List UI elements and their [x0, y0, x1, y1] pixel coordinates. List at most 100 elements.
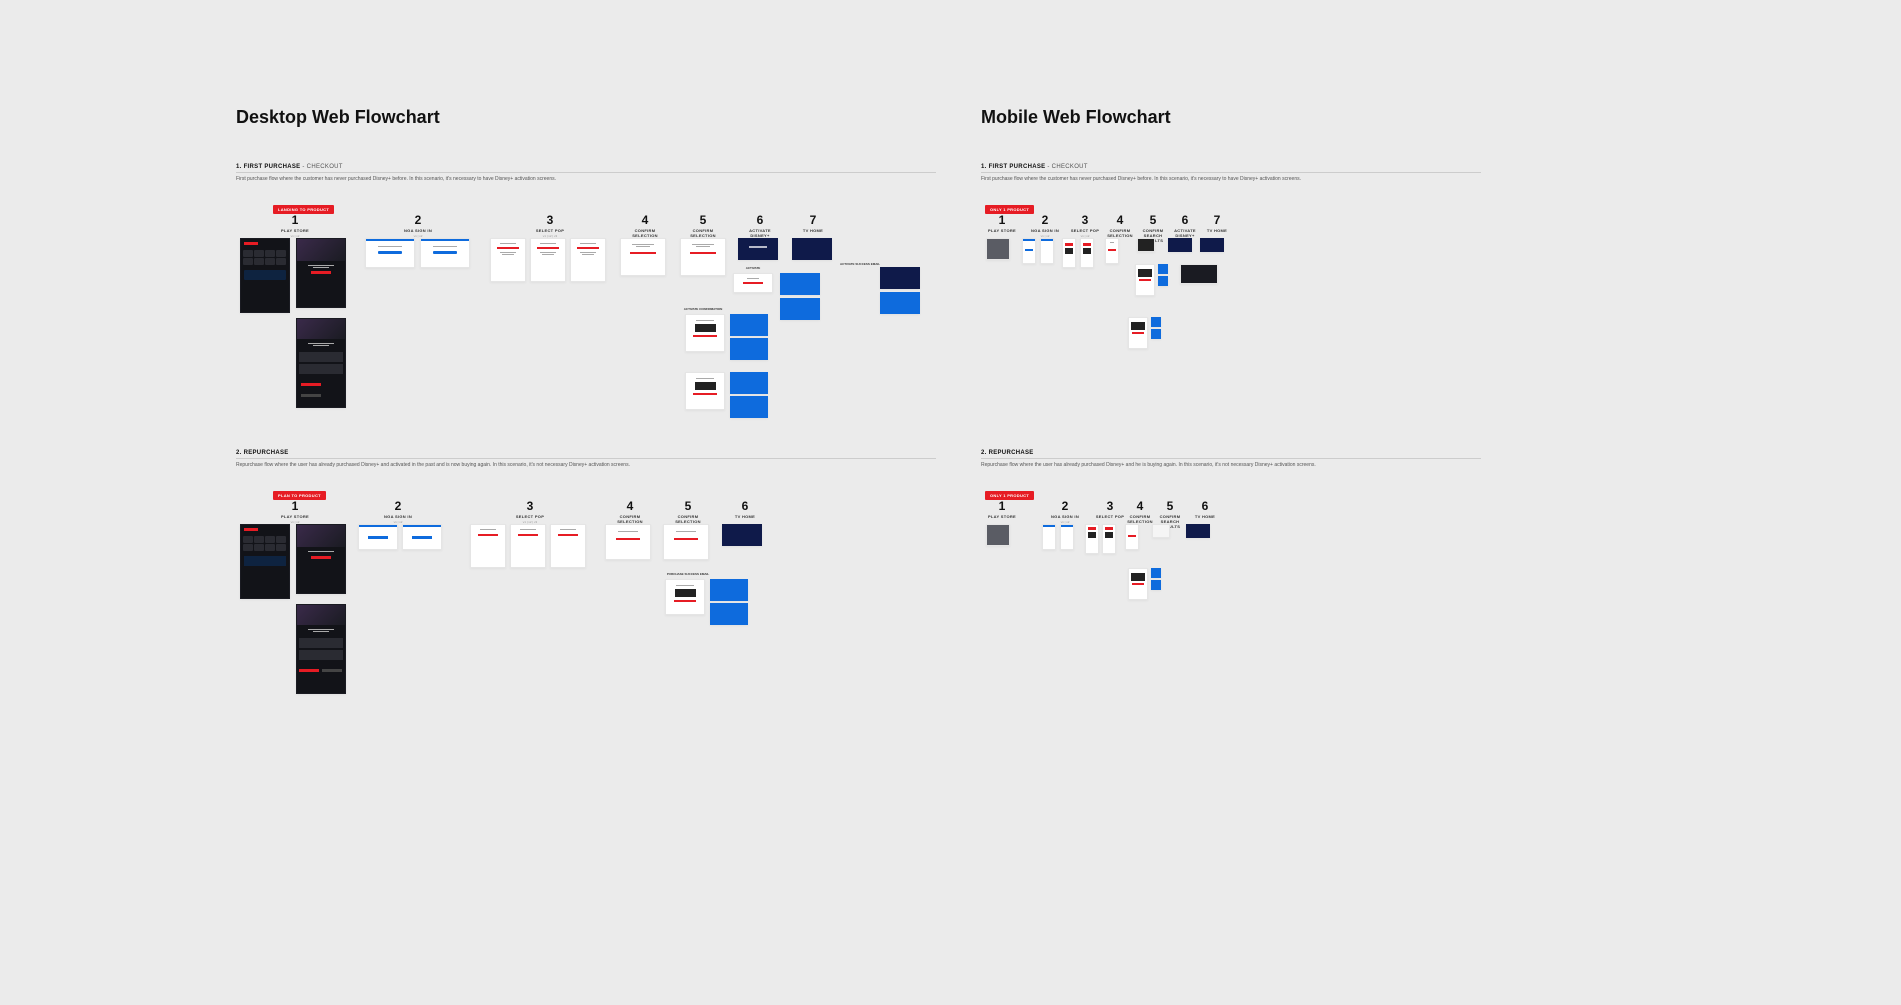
m1-p2b: [1040, 238, 1054, 264]
desktop-sec2-title-b: 2. REPURCHASE: [236, 450, 289, 456]
d1-activate-screen: [733, 273, 773, 293]
d2-step1-head: 1 PLAY STORE v1 | v2: [275, 499, 315, 524]
m2-p2a: [1042, 524, 1056, 550]
m2-p1: [986, 524, 1010, 546]
m1-sub1-b1: [1158, 264, 1168, 274]
d1-confirm-label: ACTIVATE CONFIRMATION: [680, 307, 726, 311]
d1-s5-screen: [680, 238, 726, 276]
d1-sub-blue-1: [780, 273, 820, 295]
m2-sub: [1128, 568, 1148, 600]
m2-t-b: 2. REPURCHASE: [981, 450, 1034, 456]
m1-sub2-b1: [1151, 317, 1161, 327]
m1-l7: TV HOME: [1202, 228, 1232, 233]
d1-step3-head: 3 SELECT POP v1 | v2 | v3: [530, 213, 570, 238]
m2-sub-b1: [1151, 568, 1161, 578]
d1-s7-screen: [792, 238, 832, 260]
m2-p3b: [1102, 524, 1116, 554]
m1-l2: NGA SIGN IN: [1030, 228, 1060, 233]
m2-p2b: [1060, 524, 1074, 550]
d2-s4-num: 4: [610, 499, 650, 513]
d2-s6: [722, 524, 762, 546]
d1-step4-label: CONFIRM SELECTION: [625, 228, 665, 238]
d1-step3-label: SELECT POP: [530, 228, 570, 233]
m1-n1: 1: [987, 213, 1017, 227]
m2-n3: 3: [1095, 499, 1125, 513]
mobile-sec1-header: 1. FIRST PURCHASE - CHECKOUT First purch…: [981, 164, 1481, 183]
d1-s2-screen-b: [420, 238, 470, 268]
d2-step6-head: 6 TV HOME: [725, 499, 765, 519]
m1-n4: 4: [1105, 213, 1135, 227]
d1-step1-head: 1 PLAY STORE v1 | v2: [275, 213, 315, 238]
m1-sub2-b2: [1151, 329, 1161, 339]
d1-confirm-blue-3: [730, 372, 768, 394]
m2-p5: [1152, 524, 1170, 538]
d1-confirm-screen-1: [685, 314, 725, 352]
m1-t-b: 1. FIRST PURCHASE: [981, 164, 1045, 170]
m1-t-s: - CHECKOUT: [1045, 164, 1087, 170]
d2-email-blue2: [710, 603, 748, 625]
m1-n6: 6: [1170, 213, 1200, 227]
m1-sh6: 6ACTIVATE DISNEY+: [1170, 213, 1200, 238]
desktop-title: Desktop Web Flowchart: [236, 107, 440, 128]
d1-step7-head: 7 TV HOME: [793, 213, 833, 233]
d2-s2-label: NGA SIGN IN: [378, 514, 418, 519]
mobile-sec1-title: 1. FIRST PURCHASE - CHECKOUT: [981, 164, 1481, 170]
d1-s3-screen-c: [570, 238, 606, 282]
desktop-sec2-header: 2. REPURCHASE Repurchase flow where the …: [236, 450, 936, 469]
m2-n6: 6: [1190, 499, 1220, 513]
d1-step1-num: 1: [275, 213, 315, 227]
desktop-sec1-desc: First purchase flow where the customer h…: [236, 176, 936, 183]
d2-s5: [663, 524, 709, 560]
d1-confirm-screen-2: [685, 372, 725, 410]
d1-step5-label: CONFIRM SELECTION: [683, 228, 723, 238]
m1-p3b: [1080, 238, 1094, 268]
m1-p4: [1105, 238, 1119, 264]
d1-s3-screen-b: [530, 238, 566, 282]
d2-s3-b: [510, 524, 546, 568]
m1-n7: 7: [1202, 213, 1232, 227]
d2-email-screen: [665, 579, 705, 615]
d2-s6-num: 6: [725, 499, 765, 513]
d2-s1-a: [240, 524, 290, 599]
d2-s3-a: [470, 524, 506, 568]
m1-l1: PLAY STORE: [987, 228, 1017, 233]
d1-confirm-blue-4: [730, 396, 768, 418]
m1-sub2: [1128, 317, 1148, 349]
d2-s6-label: TV HOME: [725, 514, 765, 519]
d2-s3-c: [550, 524, 586, 568]
m2-n4: 4: [1125, 499, 1155, 513]
m2-desc: Repurchase flow where the user has alrea…: [981, 462, 1481, 469]
m1-n3: 3: [1070, 213, 1100, 227]
d2-s4-label: CONFIRM SELECTION: [610, 514, 650, 524]
mobile-sec2-header: 2. REPURCHASE Repurchase flow where the …: [981, 450, 1481, 469]
m1-sh7: 7TV HOME: [1202, 213, 1232, 233]
m1-l3: SELECT POP: [1070, 228, 1100, 233]
m2-sh1: 1PLAY STORE: [987, 499, 1017, 519]
desktop-sec1-header: 1. FIRST PURCHASE - CHECKOUT First purch…: [236, 164, 936, 183]
m1-n2: 2: [1030, 213, 1060, 227]
d1-email-blue: [880, 292, 920, 314]
divider: [981, 458, 1481, 459]
d1-step3-num: 3: [530, 213, 570, 227]
m2-p6: [1186, 524, 1210, 538]
flowchart-canvas[interactable]: Desktop Web Flowchart 1. FIRST PURCHASE …: [0, 0, 1901, 1005]
d2-step3-head: 3 SELECT POP v1 | v2 | v3: [510, 499, 550, 524]
d2-email-blue1: [710, 579, 748, 601]
d1-step2-head: 2 NGA SIGN IN v1 | v2: [398, 213, 438, 238]
d1-email-label: ACTIVATE SUCCESS EMAIL: [830, 262, 890, 266]
d2-s3-label: SELECT POP: [510, 514, 550, 519]
m1-p1: [986, 238, 1010, 260]
d1-s1-screen-a: [240, 238, 290, 313]
m2-l3: SELECT POP: [1095, 514, 1125, 519]
m2-p4: [1125, 524, 1139, 550]
d2-s2-num: 2: [378, 499, 418, 513]
m2-l1: PLAY STORE: [987, 514, 1017, 519]
m1-sub1: [1135, 264, 1155, 296]
d1-step6-label: ACTIVATE DISNEY+: [740, 228, 780, 238]
d1-s3-screen-a: [490, 238, 526, 282]
m1-desc: First purchase flow where the customer h…: [981, 176, 1481, 183]
d1-step6-head: 6 ACTIVATE DISNEY+: [740, 213, 780, 238]
d1-step2-num: 2: [398, 213, 438, 227]
d2-email-label: PURCHASE SUCCESS EMAIL: [665, 572, 711, 576]
d1-confirm-blue-2: [730, 338, 768, 360]
